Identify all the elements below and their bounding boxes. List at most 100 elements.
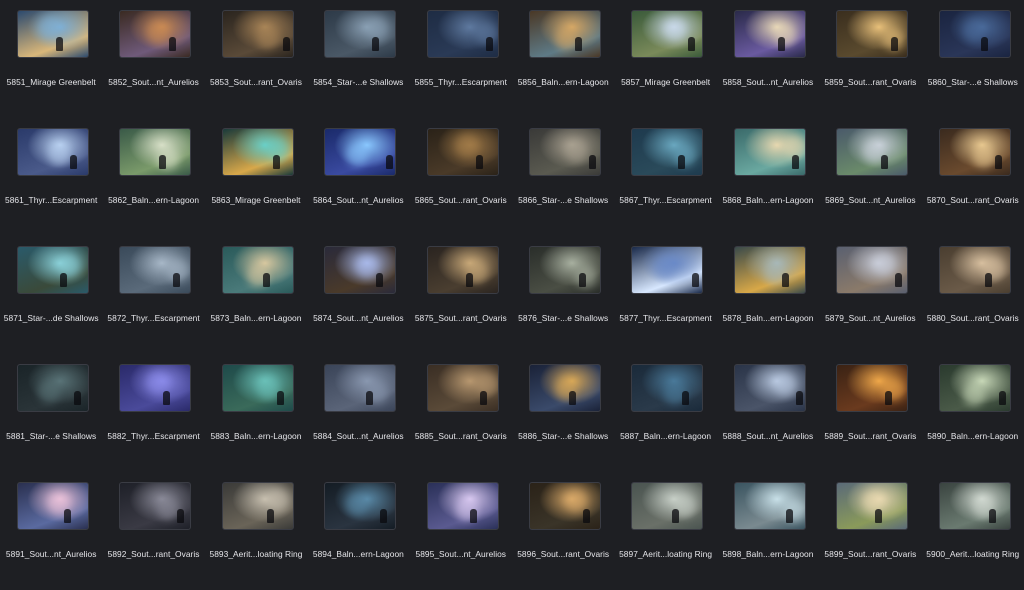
image-thumbnail[interactable] — [17, 364, 89, 412]
file-item[interactable]: 5889_Sout...rant_Ovaris — [819, 354, 921, 472]
image-thumbnail[interactable] — [836, 10, 909, 58]
image-thumbnail[interactable] — [529, 128, 601, 176]
file-item[interactable]: 5898_Baln...ern-Lagoon — [717, 472, 819, 590]
file-item[interactable]: 5860_Star-...e Shallows — [922, 0, 1024, 118]
image-thumbnail[interactable] — [733, 246, 806, 294]
file-item[interactable]: 5858_Sout...nt_Aurelios — [717, 0, 819, 118]
image-thumbnail[interactable] — [119, 364, 192, 412]
file-item[interactable]: 5867_Thyr...Escarpment — [614, 118, 716, 236]
image-thumbnail[interactable] — [529, 10, 601, 58]
image-thumbnail[interactable] — [324, 246, 397, 294]
file-item[interactable]: 5872_Thyr...Escarpment — [102, 236, 204, 354]
image-thumbnail[interactable] — [938, 246, 1011, 294]
file-item[interactable]: 5868_Baln...ern-Lagoon — [717, 118, 819, 236]
image-thumbnail[interactable] — [631, 364, 704, 412]
image-thumbnail[interactable] — [119, 482, 192, 530]
image-thumbnail[interactable] — [17, 10, 89, 58]
image-thumbnail[interactable] — [631, 128, 704, 176]
image-thumbnail[interactable] — [938, 10, 1011, 58]
file-item[interactable]: 5897_Aerit...loating Ring — [614, 472, 716, 590]
image-thumbnail[interactable] — [119, 246, 192, 294]
file-item[interactable]: 5882_Thyr...Escarpment — [102, 354, 204, 472]
image-thumbnail[interactable] — [426, 10, 499, 58]
file-item[interactable]: 5883_Baln...ern-Lagoon — [205, 354, 307, 472]
file-item[interactable]: 5856_Baln...ern-Lagoon — [512, 0, 614, 118]
file-item[interactable]: 5852_Sout...nt_Aurelios — [102, 0, 204, 118]
image-thumbnail[interactable] — [938, 482, 1011, 530]
image-thumbnail[interactable] — [836, 482, 909, 530]
file-item[interactable]: 5896_Sout...rant_Ovaris — [512, 472, 614, 590]
file-item[interactable]: 5885_Sout...rant_Ovaris — [410, 354, 512, 472]
file-item[interactable]: 5861_Thyr...Escarpment — [0, 118, 102, 236]
image-thumbnail[interactable] — [221, 364, 294, 412]
file-item[interactable]: 5865_Sout...rant_Ovaris — [410, 118, 512, 236]
image-thumbnail[interactable] — [631, 246, 704, 294]
image-thumbnail[interactable] — [119, 128, 192, 176]
image-thumbnail[interactable] — [426, 246, 499, 294]
image-thumbnail[interactable] — [529, 364, 601, 412]
image-thumbnail[interactable] — [324, 482, 397, 530]
image-thumbnail[interactable] — [119, 10, 192, 58]
file-item[interactable]: 5876_Star-...e Shallows — [512, 236, 614, 354]
file-item[interactable]: 5893_Aerit...loating Ring — [205, 472, 307, 590]
image-thumbnail[interactable] — [426, 128, 499, 176]
file-item[interactable]: 5887_Baln...ern-Lagoon — [614, 354, 716, 472]
file-item[interactable]: 5874_Sout...nt_Aurelios — [307, 236, 409, 354]
image-thumbnail[interactable] — [938, 364, 1011, 412]
image-thumbnail[interactable] — [221, 482, 294, 530]
image-thumbnail[interactable] — [733, 128, 806, 176]
file-item[interactable]: 5851_Mirage Greenbelt — [0, 0, 102, 118]
file-item[interactable]: 5881_Star-...e Shallows — [0, 354, 102, 472]
image-thumbnail[interactable] — [529, 246, 601, 294]
image-thumbnail[interactable] — [733, 10, 806, 58]
image-thumbnail[interactable] — [733, 364, 806, 412]
file-item[interactable]: 5855_Thyr...Escarpment — [410, 0, 512, 118]
file-item[interactable]: 5871_Star-...de Shallows — [0, 236, 102, 354]
file-item[interactable]: 5877_Thyr...Escarpment — [614, 236, 716, 354]
file-item[interactable]: 5900_Aerit...loating Ring — [922, 472, 1024, 590]
image-thumbnail[interactable] — [17, 128, 89, 176]
file-item[interactable]: 5884_Sout...nt_Aurelios — [307, 354, 409, 472]
file-item[interactable]: 5864_Sout...nt_Aurelios — [307, 118, 409, 236]
file-item[interactable]: 5875_Sout...rant_Ovaris — [410, 236, 512, 354]
file-item[interactable]: 5888_Sout...nt_Aurelios — [717, 354, 819, 472]
file-item[interactable]: 5869_Sout...nt_Aurelios — [819, 118, 921, 236]
image-thumbnail[interactable] — [221, 246, 294, 294]
file-item[interactable]: 5862_Baln...ern-Lagoon — [102, 118, 204, 236]
file-item[interactable]: 5894_Baln...ern-Lagoon — [307, 472, 409, 590]
image-thumbnail[interactable] — [938, 128, 1011, 176]
image-thumbnail[interactable] — [324, 10, 397, 58]
file-item[interactable]: 5870_Sout...rant_Ovaris — [922, 118, 1024, 236]
image-thumbnail[interactable] — [324, 128, 397, 176]
file-item[interactable]: 5859_Sout...rant_Ovaris — [819, 0, 921, 118]
file-item[interactable]: 5891_Sout...nt_Aurelios — [0, 472, 102, 590]
file-item[interactable]: 5880_Sout...rant_Ovaris — [922, 236, 1024, 354]
file-item[interactable]: 5890_Baln...ern-Lagoon — [922, 354, 1024, 472]
file-item[interactable]: 5866_Star-...e Shallows — [512, 118, 614, 236]
image-thumbnail[interactable] — [733, 482, 806, 530]
image-thumbnail[interactable] — [631, 482, 704, 530]
image-thumbnail[interactable] — [17, 246, 89, 294]
image-thumbnail[interactable] — [221, 10, 294, 58]
image-thumbnail[interactable] — [324, 364, 397, 412]
image-thumbnail[interactable] — [17, 482, 89, 530]
file-item[interactable]: 5863_Mirage Greenbelt — [205, 118, 307, 236]
image-thumbnail[interactable] — [426, 482, 499, 530]
file-item[interactable]: 5886_Star-...e Shallows — [512, 354, 614, 472]
file-item[interactable]: 5895_Sout...nt_Aurelios — [410, 472, 512, 590]
image-thumbnail[interactable] — [529, 482, 601, 530]
file-item[interactable]: 5873_Baln...ern-Lagoon — [205, 236, 307, 354]
file-item[interactable]: 5899_Sout...rant_Ovaris — [819, 472, 921, 590]
file-item[interactable]: 5892_Sout...rant_Ovaris — [102, 472, 204, 590]
image-thumbnail[interactable] — [426, 364, 499, 412]
image-thumbnail[interactable] — [836, 246, 909, 294]
file-item[interactable]: 5853_Sout...rant_Ovaris — [205, 0, 307, 118]
file-item[interactable]: 5857_Mirage Greenbelt — [614, 0, 716, 118]
image-thumbnail[interactable] — [836, 364, 909, 412]
file-item[interactable]: 5854_Star-...e Shallows — [307, 0, 409, 118]
image-thumbnail[interactable] — [836, 128, 909, 176]
image-thumbnail[interactable] — [221, 128, 294, 176]
file-item[interactable]: 5879_Sout...nt_Aurelios — [819, 236, 921, 354]
file-item[interactable]: 5878_Baln...ern-Lagoon — [717, 236, 819, 354]
image-thumbnail[interactable] — [631, 10, 704, 58]
